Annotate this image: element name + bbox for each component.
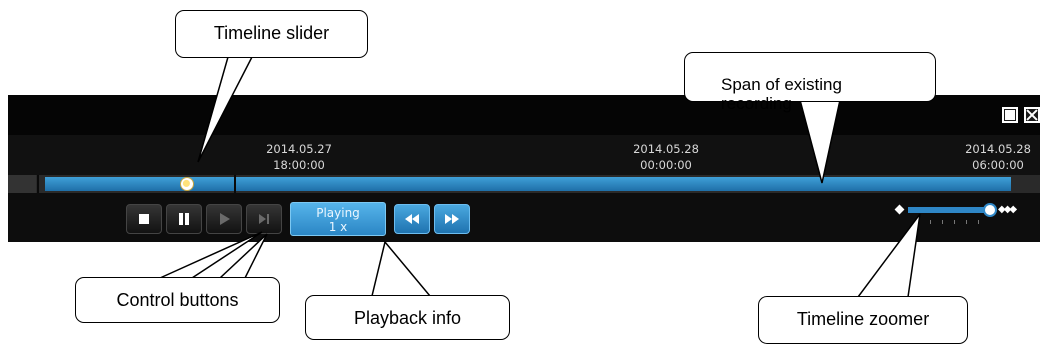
pointer-timeline-slider bbox=[197, 56, 254, 163]
callout-text: Playback info bbox=[353, 308, 462, 328]
callout-span-of-recording: Span of existing recording bbox=[684, 52, 936, 113]
callout-playback-info: Playback info bbox=[305, 295, 510, 340]
callout-text: Timeline slider bbox=[213, 23, 330, 43]
pointer-timeline-zoomer bbox=[856, 213, 921, 298]
callout-timeline-slider: Timeline slider bbox=[175, 10, 368, 58]
pointer-recording-span bbox=[799, 99, 841, 184]
callout-control-buttons: Control buttons bbox=[75, 277, 280, 323]
callout-text: Control buttons bbox=[116, 290, 239, 310]
pointer-playback-info bbox=[371, 240, 432, 297]
callout-timeline-zoomer: Timeline zoomer bbox=[758, 296, 968, 344]
callout-text: Timeline zoomer bbox=[796, 309, 930, 329]
